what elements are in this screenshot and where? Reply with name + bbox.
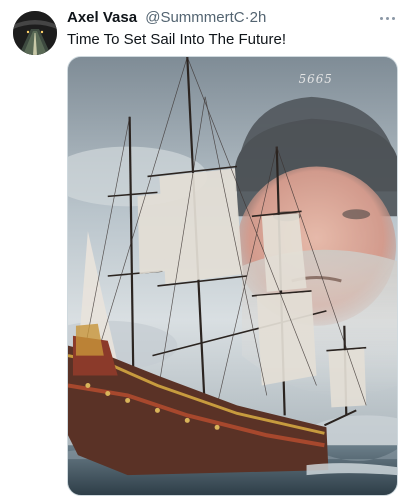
handle[interactable]: @SummmertC [145,9,244,26]
sailing-ship-image: 5665 [68,57,397,495]
tweet-media[interactable]: 5665 [67,56,398,496]
timestamp[interactable]: 2h [250,9,267,26]
beanie-text: 5665 [299,72,333,86]
display-name[interactable]: Axel Vasa [67,9,137,26]
more-dots-icon[interactable] [377,10,397,26]
tweet[interactable]: Axel Vasa @SummmertC·2h Time To Set Sail… [0,0,411,500]
avatar-image [13,11,57,55]
tweet-header: Axel Vasa @SummmertC·2h [67,8,266,28]
avatar[interactable] [13,11,57,55]
tweet-text: Time To Set Sail Into The Future! [67,31,286,48]
